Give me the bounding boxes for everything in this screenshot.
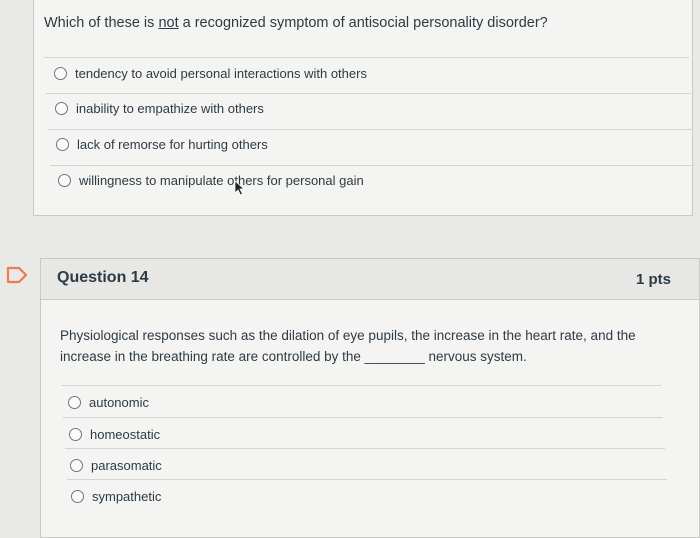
answer-option-autonomic[interactable]: autonomic (68, 395, 149, 410)
answer-option-sympathetic[interactable]: sympathetic (71, 489, 161, 504)
question-13-text: Which of these is not a recognized sympt… (44, 15, 548, 31)
question-title: Question 14 (57, 269, 149, 286)
mouse-pointer-icon (234, 180, 246, 196)
radio-button[interactable] (58, 174, 71, 187)
separator (61, 385, 661, 386)
separator (67, 479, 667, 480)
question-points: 1 pts (635, 271, 671, 288)
separator (44, 57, 689, 58)
radio-button[interactable] (71, 490, 84, 503)
answer-option-3[interactable]: lack of remorse for hurting others (56, 137, 268, 152)
radio-button[interactable] (56, 138, 69, 151)
separator (65, 448, 665, 449)
separator (46, 93, 691, 94)
question-14-text: Physiological responses such as the dila… (60, 328, 636, 364)
separator (63, 417, 663, 418)
answer-option-parasomatic[interactable]: parasomatic (70, 458, 162, 473)
radio-button[interactable] (54, 67, 67, 80)
separator (48, 129, 693, 130)
answer-option-4[interactable]: willingness to manipulate others for per… (58, 173, 364, 188)
question-13-card: Which of these is not a recognized sympt… (33, 0, 695, 216)
answer-option-2[interactable]: inability to empathize with others (55, 101, 264, 116)
radio-button[interactable] (55, 102, 68, 115)
radio-button[interactable] (70, 459, 83, 472)
separator (50, 165, 695, 166)
question-header: Question 14 1 pts (41, 259, 699, 300)
question-14-card: Question 14 1 pts Physiological response… (40, 258, 700, 538)
emphasis-not: not (158, 15, 179, 31)
radio-button[interactable] (68, 396, 81, 409)
answer-option-homeostatic[interactable]: homeostatic (69, 427, 160, 442)
bookmark-flag-icon[interactable] (6, 266, 30, 284)
answer-option-1[interactable]: tendency to avoid personal interactions … (54, 66, 367, 81)
radio-button[interactable] (69, 428, 82, 441)
